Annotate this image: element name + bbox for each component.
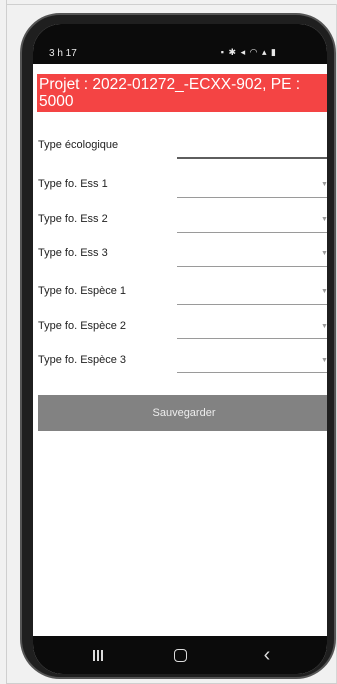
espece-3-dropdown[interactable] bbox=[177, 372, 327, 373]
field-label-espece-3: Type fo. Espèce 3 bbox=[38, 354, 127, 366]
chevron-down-icon[interactable]: ▼ bbox=[321, 323, 327, 330]
bluetooth-icon: ✱ bbox=[228, 47, 238, 57]
frame-top-rule bbox=[6, 4, 337, 5]
field-label-ess-1: Type fo. Ess 1 bbox=[38, 178, 108, 190]
home-icon bbox=[173, 648, 187, 662]
recents-button[interactable] bbox=[78, 642, 118, 668]
battery-icon: ▮ bbox=[271, 47, 277, 57]
project-title: Projet : 2022-01272_-ECXX-902, PE : 5000 bbox=[37, 74, 327, 112]
type-ecologique-input[interactable] bbox=[177, 157, 327, 159]
ess-1-dropdown[interactable] bbox=[177, 197, 327, 198]
wifi-icon: ◠ bbox=[249, 47, 259, 57]
status-time: 3 h 17 bbox=[49, 48, 77, 59]
chevron-down-icon[interactable]: ▼ bbox=[321, 250, 327, 257]
signal-icon: ▴ bbox=[262, 47, 268, 57]
field-label-type-ecologique: Type écologique bbox=[38, 139, 119, 151]
chevron-down-icon[interactable]: ▼ bbox=[321, 181, 327, 188]
ess-3-dropdown[interactable] bbox=[177, 266, 327, 267]
chevron-down-icon[interactable]: ▼ bbox=[321, 288, 327, 295]
field-label-espece-2: Type fo. Espèce 2 bbox=[38, 320, 127, 332]
recents-icon bbox=[93, 649, 103, 661]
ess-2-dropdown[interactable] bbox=[177, 232, 327, 233]
chevron-down-icon[interactable]: ▼ bbox=[321, 216, 327, 223]
field-label-espece-1: Type fo. Espèce 1 bbox=[38, 285, 127, 297]
save-button[interactable]: Sauvegarder bbox=[38, 395, 327, 431]
back-button[interactable]: ‹ bbox=[247, 642, 287, 668]
back-icon: ‹ bbox=[263, 643, 271, 666]
phone-screen: 3 h 17 ▪ ✱ ◂ ◠ ▴ ▮ Projet : 2022-01272_-… bbox=[33, 24, 327, 674]
status-bar: 3 h 17 ▪ ✱ ◂ ◠ ▴ ▮ bbox=[33, 24, 327, 64]
status-icons: ▪ ✱ ◂ ◠ ▴ ▮ bbox=[221, 47, 277, 58]
espece-1-dropdown[interactable] bbox=[177, 304, 327, 305]
espece-2-dropdown[interactable] bbox=[177, 338, 327, 339]
frame-left-rule bbox=[6, 0, 7, 684]
field-label-ess-3: Type fo. Ess 3 bbox=[38, 247, 108, 259]
mute-icon: ◂ bbox=[240, 47, 247, 57]
field-label-ess-2: Type fo. Ess 2 bbox=[38, 213, 108, 225]
notification-icon: ▪ bbox=[220, 47, 225, 57]
android-nav-bar: ‹ bbox=[33, 636, 327, 674]
chevron-down-icon[interactable]: ▼ bbox=[321, 357, 327, 364]
phone-frame: 3 h 17 ▪ ✱ ◂ ◠ ▴ ▮ Projet : 2022-01272_-… bbox=[20, 13, 336, 679]
home-button[interactable] bbox=[160, 642, 200, 668]
